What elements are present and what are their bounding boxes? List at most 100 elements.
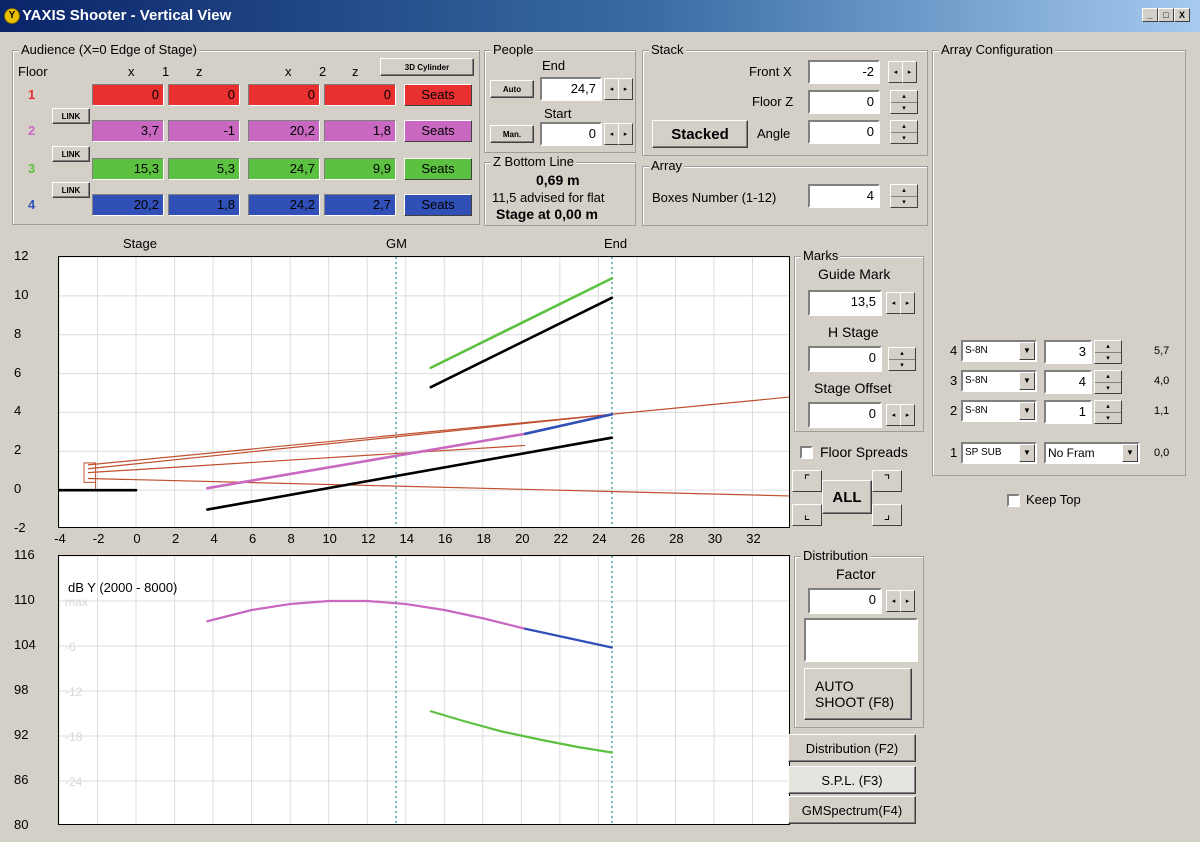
top-x-tick-label: 18	[476, 531, 492, 546]
box-type-select[interactable]: S-8N ▼	[961, 370, 1037, 392]
floor-x1-field[interactable]: 0	[92, 84, 164, 106]
stage-offset-label: Stage Offset	[814, 380, 892, 396]
people-start-spin-left[interactable]: ◂	[604, 123, 619, 145]
h-stage-label: H Stage	[828, 324, 879, 340]
angle-field[interactable]: 0	[808, 120, 880, 144]
dropdown-arrow-icon[interactable]: ▼	[1122, 444, 1138, 462]
maximize-button[interactable]: □	[1158, 8, 1174, 22]
frame-select[interactable]: No Fram ▼	[1044, 442, 1140, 464]
boxes-number-field[interactable]: 4	[808, 184, 880, 208]
floor-x2-field[interactable]: 20,2	[248, 120, 320, 142]
box-angle-spinner[interactable]: ▴ ▾	[1094, 340, 1122, 364]
tab-spl[interactable]: S.P.L. (F3)	[788, 766, 916, 794]
col-x2-header: x	[285, 64, 292, 79]
box-type-select[interactable]: SP SUB ▼	[961, 442, 1037, 464]
people-auto-button[interactable]: Auto	[490, 80, 534, 98]
floor-x1-field[interactable]: 20,2	[92, 194, 164, 216]
floor-z1-field[interactable]: -1	[168, 120, 240, 142]
tab-gm-spectrum[interactable]: GMSpectrum(F4)	[788, 796, 916, 824]
bot-y-tick-label: 110	[14, 592, 35, 607]
box-angle-spinner[interactable]: ▴ ▾	[1094, 370, 1122, 394]
floor-x2-field[interactable]: 24,2	[248, 194, 320, 216]
factor-field[interactable]: 0	[808, 588, 882, 614]
angle-spinner[interactable]: ▴ ▾	[890, 120, 918, 144]
auto-shoot-line1: AUTO	[815, 678, 854, 694]
tab-distribution[interactable]: Distribution (F2)	[788, 734, 916, 762]
guide-mark-field[interactable]: 13,5	[808, 290, 882, 316]
window-title: YAXIS Shooter - Vertical View	[22, 7, 232, 24]
box-angle-field[interactable]: 3	[1044, 340, 1092, 364]
minimize-button[interactable]: _	[1142, 8, 1158, 22]
top-x-tick-label: 26	[630, 531, 646, 546]
h-stage-field[interactable]: 0	[808, 346, 882, 372]
corner-bottom-left-button[interactable]: ⌞	[792, 504, 822, 526]
stage-offset-field[interactable]: 0	[808, 402, 882, 428]
floor-z-spinner[interactable]: ▴ ▾	[890, 90, 918, 114]
front-x-spin-left[interactable]: ◂	[888, 61, 903, 83]
bot-y-tick-label: 116	[14, 547, 35, 562]
box-angle-field[interactable]: 4	[1044, 370, 1092, 394]
floor-spreads-checkbox[interactable]	[800, 446, 813, 459]
boxes-number-spinner[interactable]: ▴ ▾	[890, 184, 918, 208]
cumulative-angle: 0,0	[1154, 447, 1170, 459]
venue-section-plot[interactable]	[58, 256, 790, 528]
guide-mark-spin-left[interactable]: ◂	[886, 292, 901, 314]
floor-z1-field[interactable]: 1,8	[168, 194, 240, 216]
floor-x2-field[interactable]: 24,7	[248, 158, 320, 180]
people-start-field[interactable]: 0	[540, 122, 602, 146]
box-type-select[interactable]: S-8N ▼	[961, 340, 1037, 362]
seats-button[interactable]: Seats	[404, 84, 472, 106]
guide-mark-spin-right[interactable]: ▸	[900, 292, 915, 314]
corner-top-left-button[interactable]: ⌜	[792, 470, 822, 492]
keep-top-checkbox[interactable]	[1007, 494, 1020, 507]
dropdown-arrow-icon[interactable]: ▼	[1019, 372, 1035, 390]
link-button[interactable]: LINK	[52, 182, 90, 198]
box-type-select[interactable]: S-8N ▼	[961, 400, 1037, 422]
people-end-spin-right[interactable]: ▸	[618, 78, 633, 100]
floor-z-field[interactable]: 0	[808, 90, 880, 114]
dropdown-arrow-icon[interactable]: ▼	[1019, 444, 1035, 462]
corner-top-right-button[interactable]: ⌝	[872, 470, 902, 492]
box-angle-field[interactable]: 1	[1044, 400, 1092, 424]
distribution-display	[804, 618, 918, 662]
corner-bottom-right-button[interactable]: ⌟	[872, 504, 902, 526]
floor-z2-field[interactable]: 9,9	[324, 158, 396, 180]
front-x-spin-right[interactable]: ▸	[902, 61, 917, 83]
config-row-number: 3	[950, 373, 958, 388]
floor-z2-field[interactable]: 1,8	[324, 120, 396, 142]
people-end-field[interactable]: 24,7	[540, 77, 602, 101]
people-end-spin-left[interactable]: ◂	[604, 78, 619, 100]
link-button[interactable]: LINK	[52, 108, 90, 124]
front-x-field[interactable]: -2	[808, 60, 880, 84]
link-button[interactable]: LINK	[52, 146, 90, 162]
factor-spin-left[interactable]: ◂	[886, 590, 901, 612]
top-y-tick-label: 10	[14, 286, 29, 302]
stage-offset-spin-left[interactable]: ◂	[886, 404, 901, 426]
floor-x1-field[interactable]: 15,3	[92, 158, 164, 180]
people-start-spin-right[interactable]: ▸	[618, 123, 633, 145]
dropdown-arrow-icon[interactable]: ▼	[1019, 342, 1035, 360]
all-button[interactable]: ALL	[822, 480, 872, 514]
auto-shoot-button[interactable]: AUTO SHOOT (F8)	[804, 668, 912, 720]
stacked-button[interactable]: Stacked	[652, 120, 748, 148]
people-end-label: End	[542, 58, 566, 73]
close-button[interactable]: X	[1174, 8, 1190, 22]
people-man-button[interactable]: Man.	[490, 125, 534, 143]
seats-button[interactable]: Seats	[404, 194, 472, 216]
seats-button[interactable]: Seats	[404, 158, 472, 180]
stack-group-label: Stack	[649, 42, 686, 58]
floor-z-label: Floor Z	[752, 94, 794, 109]
dropdown-arrow-icon[interactable]: ▼	[1019, 402, 1035, 420]
h-stage-spinner[interactable]: ▴ ▾	[888, 347, 916, 371]
floor-z1-field[interactable]: 5,3	[168, 158, 240, 180]
sideview-button[interactable]: 3D Cylinder	[380, 58, 474, 76]
box-angle-spinner[interactable]: ▴ ▾	[1094, 400, 1122, 424]
floor-z1-field[interactable]: 0	[168, 84, 240, 106]
seats-button[interactable]: Seats	[404, 120, 472, 142]
floor-x1-field[interactable]: 3,7	[92, 120, 164, 142]
floor-x2-field[interactable]: 0	[248, 84, 320, 106]
floor-z2-field[interactable]: 2,7	[324, 194, 396, 216]
stage-offset-spin-right[interactable]: ▸	[900, 404, 915, 426]
floor-z2-field[interactable]: 0	[324, 84, 396, 106]
factor-spin-right[interactable]: ▸	[900, 590, 915, 612]
